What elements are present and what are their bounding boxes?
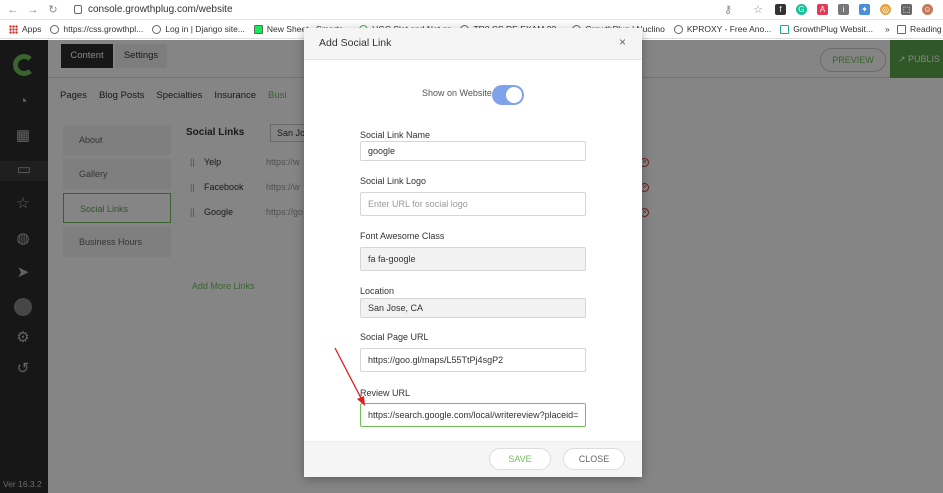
modal-header: Add Social Link ×	[304, 28, 642, 60]
profile-avatar-icon[interactable]: ☺	[922, 4, 933, 15]
growthplug-icon	[780, 24, 790, 34]
reading-list-icon	[897, 24, 906, 34]
font-awesome-class-input[interactable]: fa fa-google	[360, 247, 586, 271]
puzzle-extension-icon[interactable]: ✦	[859, 4, 870, 15]
reading-list[interactable]: Reading li	[897, 24, 943, 34]
location-label: Location	[360, 286, 395, 296]
grammarly-icon[interactable]: G	[796, 4, 807, 15]
close-icon[interactable]: ×	[619, 35, 626, 49]
url-text: console.growthplug.com/website	[88, 4, 233, 15]
font-awesome-class-label: Font Awesome Class	[360, 231, 445, 241]
italic-extension-icon[interactable]: i	[838, 4, 849, 15]
review-url-input[interactable]: https://search.google.com/local/writerev…	[360, 403, 586, 427]
social-link-logo-input[interactable]: Enter URL for social logo	[360, 192, 586, 216]
show-on-website-label: Show on Website	[422, 88, 492, 98]
location-input[interactable]: San Jose, CA	[360, 298, 586, 318]
bookmark-item[interactable]: Log in | Django site...	[152, 24, 245, 34]
browser-address-bar: ← → ↻ console.growthplug.com/website ⚷ ☆…	[0, 0, 943, 20]
save-button[interactable]: SAVE	[489, 448, 551, 470]
globe-icon	[673, 24, 683, 34]
bookmark-apps[interactable]: Apps	[9, 24, 41, 34]
globe-icon	[152, 24, 162, 34]
apps-grid-icon	[9, 24, 18, 34]
a-extension-icon[interactable]: A	[817, 4, 828, 15]
bookmark-item[interactable]: GrowthPlug Websit...	[780, 24, 873, 34]
add-social-link-modal: Add Social Link × Show on Website Social…	[304, 28, 642, 477]
url-field[interactable]: console.growthplug.com/website	[74, 4, 233, 15]
reload-icon[interactable]: ↻	[46, 3, 60, 16]
extension-icons: ⚷ ☆ f G A i ✦ ◎ ⬚ ☺	[715, 3, 933, 16]
close-button[interactable]: CLOSE	[563, 448, 625, 470]
circle-extension-icon[interactable]: ◎	[880, 4, 891, 15]
show-on-website-toggle[interactable]	[492, 85, 524, 105]
forward-icon[interactable]: →	[26, 4, 40, 16]
modal-footer: SAVE CLOSE	[304, 441, 642, 477]
social-link-name-input[interactable]: google	[360, 141, 586, 161]
show-on-website-row: Show on Website	[304, 85, 642, 105]
social-page-url-input[interactable]: https://goo.gl/maps/L55TtPj4sgP2	[360, 348, 586, 372]
review-url-label: Review URL	[360, 388, 411, 398]
social-link-name-label: Social Link Name	[360, 130, 431, 140]
formula-extension-icon[interactable]: f	[775, 4, 786, 15]
social-page-url-label: Social Page URL	[360, 332, 429, 342]
lock-icon	[74, 5, 82, 14]
bookmarks-more[interactable]: »	[885, 24, 890, 34]
back-icon[interactable]: ←	[6, 4, 20, 16]
key-icon[interactable]: ⚷	[721, 3, 735, 16]
sheet-icon	[253, 24, 263, 34]
toggle-knob	[506, 87, 522, 103]
modal-title: Add Social Link	[319, 37, 392, 49]
globe-icon	[50, 24, 60, 34]
star-icon[interactable]: ☆	[751, 3, 765, 16]
bookmark-item[interactable]: KPROXY - Free Ano...	[673, 24, 771, 34]
extensions-icon[interactable]: ⬚	[901, 4, 912, 15]
bookmark-item[interactable]: https://css.growthpl...	[50, 24, 143, 34]
social-link-logo-label: Social Link Logo	[360, 176, 427, 186]
